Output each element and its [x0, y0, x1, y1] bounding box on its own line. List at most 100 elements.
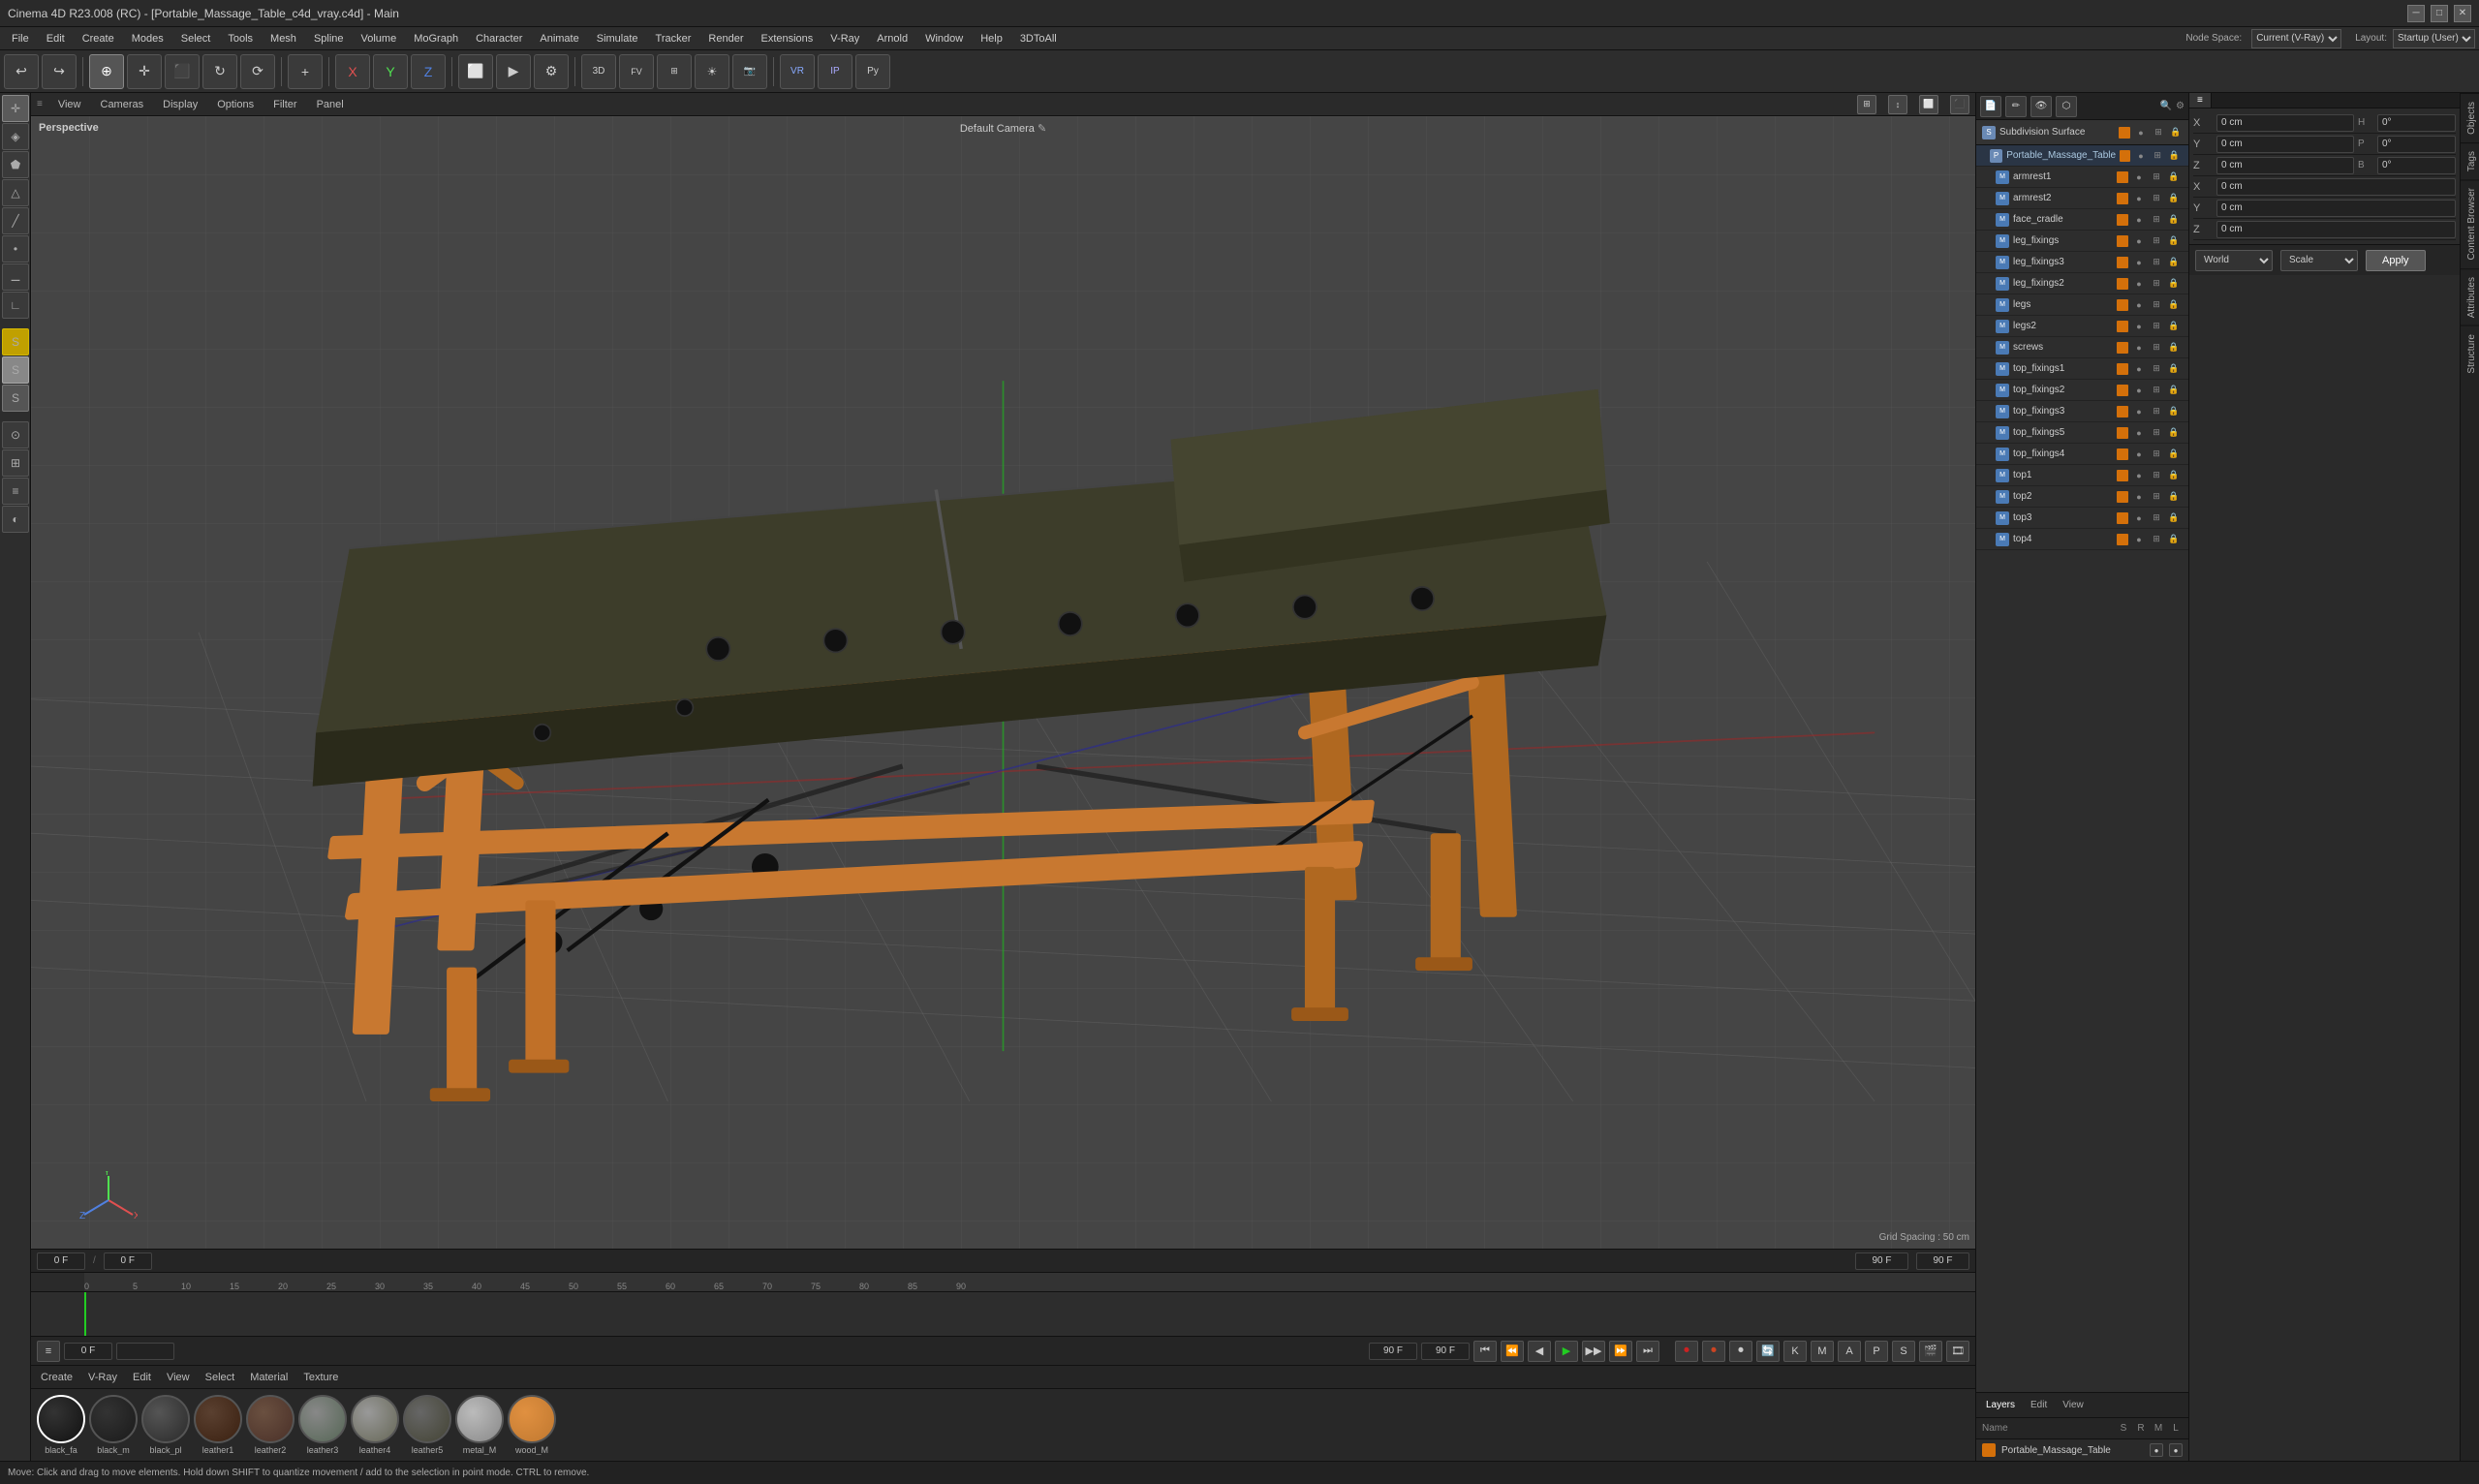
current-frame-input[interactable] — [37, 1252, 85, 1270]
menu-window[interactable]: Window — [917, 31, 971, 46]
vray-render-button[interactable]: VR — [780, 54, 815, 89]
timeline-track[interactable] — [31, 1292, 1975, 1336]
menu-modes[interactable]: Modes — [124, 31, 171, 46]
mat-material[interactable]: Material — [246, 1372, 292, 1383]
obj-vis1-face_cradle[interactable]: ● — [2132, 215, 2146, 225]
obj-vis1-leg_fixings3[interactable]: ● — [2132, 258, 2146, 267]
tool-lasso[interactable]: ⬟ — [2, 151, 29, 178]
obj-item-top3[interactable]: M top3 ● ⊞ 🔒 — [1976, 508, 2188, 529]
layer-item-table[interactable]: Portable_Massage_Table ● ● — [1976, 1439, 2188, 1461]
obj-lock-top_fixings3[interactable]: 🔒 — [2167, 406, 2181, 417]
obj-item-leg_fixings3[interactable]: M leg_fixings3 ● ⊞ 🔒 — [1976, 252, 2188, 273]
obj-item-top1[interactable]: M top1 ● ⊞ 🔒 — [1976, 465, 2188, 486]
obj-lock-leg_fixings3[interactable]: 🔒 — [2167, 257, 2181, 267]
obj-vis1-top2[interactable]: ● — [2132, 492, 2146, 502]
obj-item-leg_fixings2[interactable]: M leg_fixings2 ● ⊞ 🔒 — [1976, 273, 2188, 294]
pb-step-fwd[interactable]: ⏩ — [1609, 1341, 1632, 1362]
material-leather5[interactable]: leather5 — [403, 1395, 451, 1455]
subdivision-surface-item[interactable]: S Subdivision Surface ● ⊞ 🔒 — [1976, 120, 2188, 145]
menu-character[interactable]: Character — [468, 31, 530, 46]
obj-vis1-leg_fixings[interactable]: ● — [2132, 236, 2146, 246]
transform-tool-button[interactable]: ⟳ — [240, 54, 275, 89]
obj-vis2-top4[interactable]: ⊞ — [2150, 534, 2163, 544]
pb-record2[interactable]: ⏺ — [1702, 1341, 1725, 1362]
prop-x-pos[interactable] — [2216, 114, 2354, 132]
node-space-select[interactable]: Current (V-Ray) — [2251, 29, 2341, 48]
prop-y-scale[interactable] — [2216, 200, 2456, 217]
apply-button[interactable]: Apply — [2366, 250, 2426, 271]
parent-table-item[interactable]: P Portable_Massage_Table ● ⊞ 🔒 — [1976, 145, 2188, 167]
menu-create[interactable]: Create — [75, 31, 122, 46]
vray-ipr-button[interactable]: IP — [818, 54, 852, 89]
grid-button[interactable]: ⊞ — [657, 54, 692, 89]
transform-type-select[interactable]: Scale — [2280, 250, 2358, 271]
rp-file-btn[interactable]: 📄 — [1980, 96, 2001, 117]
prop-z-pos[interactable] — [2216, 157, 2354, 174]
pb-frame2[interactable] — [116, 1343, 174, 1360]
pb-extra1[interactable]: 🎬 — [1919, 1341, 1942, 1362]
obj-lock-top_fixings4[interactable]: 🔒 — [2167, 448, 2181, 459]
menu-edit[interactable]: Edit — [39, 31, 73, 46]
close-button[interactable]: ✕ — [2454, 5, 2471, 22]
vt-panel[interactable]: Panel — [313, 99, 348, 110]
menu-tools[interactable]: Tools — [220, 31, 261, 46]
obj-lock-face_cradle[interactable]: 🔒 — [2167, 214, 2181, 225]
obj-item-screws[interactable]: M screws ● ⊞ 🔒 — [1976, 337, 2188, 358]
rp-obj-btn[interactable]: ⬡ — [2056, 96, 2077, 117]
rp-eye-btn[interactable]: 👁 — [2030, 96, 2052, 117]
vt-view[interactable]: View — [54, 99, 85, 110]
viewport-overlay-btn2[interactable]: ↕ — [1888, 95, 1907, 114]
pb-extra2[interactable]: 🎞 — [1946, 1341, 1969, 1362]
obj-item-top2[interactable]: M top2 ● ⊞ 🔒 — [1976, 486, 2188, 508]
obj-item-top_fixings1[interactable]: M top_fixings1 ● ⊞ 🔒 — [1976, 358, 2188, 380]
vt-cameras[interactable]: Cameras — [97, 99, 148, 110]
obj-lock-top4[interactable]: 🔒 — [2167, 534, 2181, 544]
material-metal-m[interactable]: metal_M — [455, 1395, 504, 1455]
obj-vis2-top1[interactable]: ⊞ — [2150, 470, 2163, 480]
obj-vis1-top_fixings1[interactable]: ● — [2132, 364, 2146, 374]
pb-step-back-start[interactable]: ⏮ — [1473, 1341, 1497, 1362]
obj-vis1-top_fixings4[interactable]: ● — [2132, 449, 2146, 459]
obj-vis1-top_fixings5[interactable]: ● — [2132, 428, 2146, 438]
tool-knife[interactable]: ⚊ — [2, 263, 29, 291]
menu-help[interactable]: Help — [973, 31, 1010, 46]
menu-tracker[interactable]: Tracker — [648, 31, 699, 46]
render-settings-button[interactable]: ⚙ — [534, 54, 569, 89]
obj-lock-top1[interactable]: 🔒 — [2167, 470, 2181, 480]
menu-vray[interactable]: V-Ray — [822, 31, 867, 46]
obj-vis1-legs2[interactable]: ● — [2132, 322, 2146, 331]
obj-item-leg_fixings[interactable]: M leg_fixings ● ⊞ 🔒 — [1976, 231, 2188, 252]
obj-vis2-top3[interactable]: ⊞ — [2150, 512, 2163, 523]
pb-prev-frame[interactable]: ◀ — [1528, 1341, 1551, 1362]
pb-loop[interactable]: 🔄 — [1756, 1341, 1780, 1362]
mat-select[interactable]: Select — [201, 1372, 239, 1383]
menu-volume[interactable]: Volume — [354, 31, 405, 46]
obj-lock-armrest2[interactable]: 🔒 — [2167, 193, 2181, 203]
rp-search-icon[interactable]: 🔍 — [2160, 101, 2172, 111]
prop-b-val[interactable] — [2377, 157, 2456, 174]
tool-polygon[interactable]: △ — [2, 179, 29, 206]
rp-filter-icon[interactable]: ⚙ — [2176, 101, 2185, 111]
mat-view[interactable]: View — [163, 1372, 194, 1383]
obj-vis2-screws[interactable]: ⊞ — [2150, 342, 2163, 353]
menu-extensions[interactable]: Extensions — [753, 31, 821, 46]
fr-tab-objects[interactable]: Objects — [2461, 93, 2479, 142]
frame-offset-input[interactable] — [104, 1252, 152, 1270]
x-axis-button[interactable]: X — [335, 54, 370, 89]
redo-button[interactable]: ↪ — [42, 54, 77, 89]
tool-edge[interactable]: ╱ — [2, 207, 29, 234]
obj-vis1-top_fixings2[interactable]: ● — [2132, 386, 2146, 395]
menu-select[interactable]: Select — [173, 31, 219, 46]
subdiv-lock[interactable]: 🔒 — [2169, 127, 2183, 138]
tool-layer[interactable]: ≡ — [2, 478, 29, 505]
obj-vis2-leg_fixings3[interactable]: ⊞ — [2150, 257, 2163, 267]
pb-key1[interactable]: K — [1783, 1341, 1807, 1362]
rp-edit-btn[interactable]: ✏ — [2005, 96, 2027, 117]
mat-edit[interactable]: Edit — [129, 1372, 155, 1383]
obj-vis2-top_fixings4[interactable]: ⊞ — [2150, 448, 2163, 459]
obj-item-top_fixings3[interactable]: M top_fixings3 ● ⊞ 🔒 — [1976, 401, 2188, 422]
pb-auto[interactable]: A — [1838, 1341, 1861, 1362]
obj-lock-legs2[interactable]: 🔒 — [2167, 321, 2181, 331]
minimize-button[interactable]: ─ — [2407, 5, 2425, 22]
fr-tab-content-browser[interactable]: Content Browser — [2461, 179, 2479, 267]
